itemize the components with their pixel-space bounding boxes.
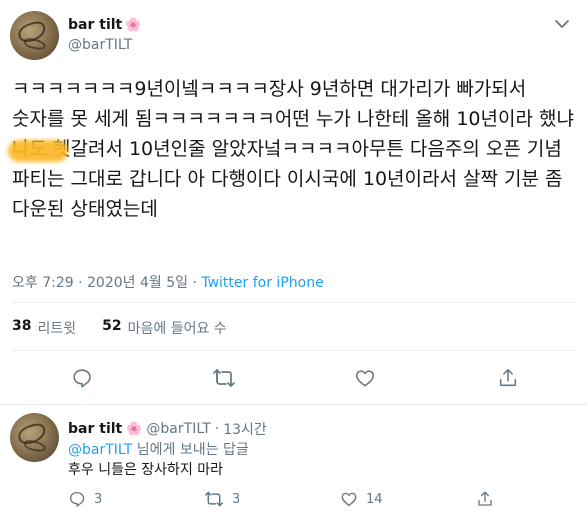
like-icon[interactable] bbox=[353, 366, 377, 390]
tweet-text: ㅋㅋㅋㅋㅋㅋㅋ9년이넼ㅋㅋㅋㅋ장사 9년하면 대가리가 빠가되서 숫자를 못 세… bbox=[12, 78, 580, 220]
divider bbox=[12, 302, 575, 303]
retweet-count: 3 bbox=[232, 491, 241, 507]
reply-time[interactable]: 13시간 bbox=[223, 419, 267, 439]
replying-to-suffix: 님에게 보내는 답글 bbox=[132, 442, 249, 458]
engagement-stats: 38 리트윗 52 마음에 들어요 수 bbox=[12, 318, 227, 338]
retweet-button[interactable]: 3 bbox=[204, 490, 240, 508]
display-name[interactable]: bar tilt bbox=[68, 421, 122, 437]
like-button[interactable]: 14 bbox=[340, 490, 383, 508]
reply-count: 3 bbox=[94, 491, 103, 507]
retweets-label[interactable]: 리트윗 bbox=[37, 318, 76, 338]
reply-button[interactable]: 3 bbox=[68, 490, 102, 508]
like-count: 14 bbox=[366, 491, 383, 507]
tweet-actions bbox=[0, 366, 587, 396]
reply-icon bbox=[69, 491, 85, 507]
retweet-icon bbox=[205, 491, 223, 507]
reply-text: 후우 니들은 장사하지 마라 bbox=[68, 462, 224, 478]
reply-icon[interactable] bbox=[70, 366, 94, 390]
tweet-source-link[interactable]: Twitter for iPhone bbox=[201, 275, 323, 291]
like-icon bbox=[341, 492, 357, 507]
reply-header: bar tilt 🌸 @barTILT · 13시간 bbox=[68, 419, 267, 439]
redaction-mark bbox=[8, 140, 68, 162]
tweet-date[interactable]: 2020년 4월 5일 bbox=[87, 275, 188, 291]
mention-link[interactable]: @barTILT bbox=[68, 442, 132, 458]
author-name-row[interactable]: bar tilt 🌸 bbox=[68, 17, 141, 33]
reply-tweet[interactable]: bar tilt 🌸 @barTILT · 13시간 @barTILT 님에게 … bbox=[0, 406, 587, 520]
cherry-blossom-emoji: 🌸 bbox=[126, 421, 143, 437]
divider bbox=[12, 350, 575, 351]
share-icon[interactable] bbox=[496, 366, 520, 390]
user-handle[interactable]: @barTILT bbox=[68, 37, 132, 53]
cherry-blossom-emoji: 🌸 bbox=[125, 17, 142, 33]
avatar[interactable] bbox=[10, 413, 59, 462]
replying-to: @barTILT 님에게 보내는 답글 bbox=[68, 439, 249, 459]
avatar[interactable] bbox=[10, 11, 59, 60]
display-name[interactable]: bar tilt bbox=[68, 17, 122, 33]
retweet-icon[interactable] bbox=[212, 366, 236, 390]
retweets-count[interactable]: 38 bbox=[12, 318, 31, 338]
likes-count[interactable]: 52 bbox=[102, 318, 121, 338]
meta-separator: · bbox=[78, 275, 83, 291]
reply-actions: 3 3 14 bbox=[68, 490, 528, 512]
likes-label[interactable]: 마음에 들어요 수 bbox=[128, 318, 227, 338]
meta-separator: · bbox=[214, 421, 220, 437]
tweet-meta: 오후 7:29 · 2020년 4월 5일 · Twitter for iPho… bbox=[12, 272, 324, 292]
share-button[interactable] bbox=[476, 490, 494, 508]
chevron-down-icon[interactable] bbox=[552, 14, 572, 34]
share-icon bbox=[478, 491, 492, 506]
tweet-time[interactable]: 오후 7:29 bbox=[12, 275, 74, 291]
main-tweet: bar tilt 🌸 @barTILT ㅋㅋㅋㅋㅋㅋㅋ9년이넼ㅋㅋㅋㅋ장사 9년… bbox=[0, 0, 587, 405]
user-handle[interactable]: @barTILT bbox=[146, 421, 210, 437]
meta-separator: · bbox=[192, 275, 197, 291]
